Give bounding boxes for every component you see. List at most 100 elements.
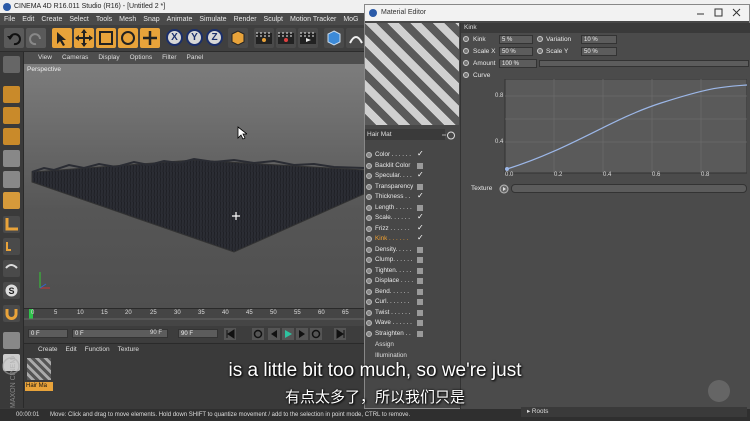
channel-row[interactable]: Clump. . . . . .: [365, 255, 457, 265]
undo-icon[interactable]: [4, 28, 24, 48]
window-controls[interactable]: [695, 8, 745, 18]
axis-x-toggle[interactable]: X: [166, 29, 183, 46]
channel-row[interactable]: Length . . . . .: [365, 203, 457, 213]
channel-checkbox[interactable]: ✓: [417, 191, 424, 201]
tweak-mode-icon[interactable]: [3, 238, 20, 255]
menu-select[interactable]: Select: [69, 16, 88, 23]
channel-checkbox[interactable]: [417, 309, 423, 316]
magnet-icon[interactable]: [3, 305, 20, 322]
menu-motion-tracker[interactable]: Motion Tracker: [290, 16, 336, 23]
texture-slot[interactable]: [511, 184, 747, 193]
channel-row[interactable]: Backlit Color: [365, 161, 457, 171]
channel-checkbox[interactable]: ✓: [417, 233, 424, 243]
menu-mesh[interactable]: Mesh: [119, 16, 136, 23]
viewport-menu-panel[interactable]: Panel: [187, 52, 204, 64]
cube-object-icon[interactable]: [324, 28, 344, 48]
channel-checkbox[interactable]: [417, 204, 423, 211]
material-preview[interactable]: [365, 23, 459, 125]
live-selection-icon[interactable]: [52, 28, 72, 48]
channel-checkbox[interactable]: ✓: [417, 170, 424, 180]
channel-row[interactable]: Scale. . . . . . ✓: [365, 212, 457, 223]
roots-section[interactable]: ▸ Roots: [521, 407, 747, 417]
menu-snap[interactable]: Snap: [143, 16, 159, 23]
illumination-tab[interactable]: Illumination: [375, 352, 407, 359]
channel-row[interactable]: Curl. . . . . . .: [365, 297, 457, 307]
scale-tool-icon[interactable]: [96, 28, 116, 48]
channel-row[interactable]: Twist . . . . . .: [365, 308, 457, 318]
channel-checkbox[interactable]: [417, 330, 423, 337]
redo-icon[interactable]: [26, 28, 46, 48]
menu-mograph[interactable]: MoG: [343, 16, 358, 23]
texture-arrow-icon[interactable]: [499, 184, 509, 194]
channel-checkbox[interactable]: [417, 183, 423, 190]
workplane-mode-icon[interactable]: [3, 128, 20, 145]
axis-mode-icon[interactable]: [3, 216, 20, 233]
channel-checkbox[interactable]: ✓: [417, 149, 424, 159]
axis-z-toggle[interactable]: Z: [206, 29, 223, 46]
viewport-menu-view[interactable]: View: [38, 52, 52, 64]
menu-sculpt[interactable]: Sculpt: [264, 16, 283, 23]
points-mode-icon[interactable]: [3, 150, 20, 167]
viewport-menu-filter[interactable]: Filter: [162, 52, 176, 64]
amount-field[interactable]: 100 %: [499, 59, 537, 68]
add-object-icon[interactable]: [140, 28, 160, 48]
mm-menu-texture[interactable]: Texture: [118, 346, 139, 353]
channel-row[interactable]: Kink . . . . . . ✓: [365, 233, 457, 244]
render-settings-icon[interactable]: [298, 28, 318, 48]
model-mode-icon[interactable]: [3, 86, 20, 103]
hair-grass-plane[interactable]: [24, 64, 364, 308]
channel-checkbox[interactable]: [417, 257, 423, 263]
channel-row[interactable]: Frizz . . . . . . ✓: [365, 223, 457, 234]
menu-create[interactable]: Create: [41, 16, 62, 23]
playback-buttons[interactable]: [224, 328, 362, 341]
amount-anim-dot[interactable]: [463, 60, 469, 66]
kink-curve-graph[interactable]: [491, 79, 747, 185]
scalex-field[interactable]: 50 %: [499, 47, 533, 56]
material-options-icon[interactable]: [441, 131, 455, 140]
kink-field[interactable]: 5 %: [499, 35, 533, 44]
menu-simulate[interactable]: Simulate: [199, 16, 226, 23]
mm-menu-create[interactable]: Create: [38, 346, 58, 353]
scaley-field[interactable]: 50 %: [581, 47, 617, 56]
mm-menu-function[interactable]: Function: [85, 346, 110, 353]
pen-spline-icon[interactable]: [346, 28, 366, 48]
make-editable-icon[interactable]: [3, 56, 20, 73]
axis-y-toggle[interactable]: Y: [186, 29, 203, 46]
channel-checkbox[interactable]: [417, 162, 423, 169]
lock-workplane-icon[interactable]: [3, 332, 20, 349]
channel-row[interactable]: Wave . . . . . .: [365, 318, 457, 328]
scalex-anim-dot[interactable]: [463, 48, 469, 54]
texture-mode-icon[interactable]: [3, 107, 20, 124]
sculpt-brush-icon[interactable]: [3, 260, 20, 277]
perspective-viewport[interactable]: Perspective: [24, 64, 364, 308]
channel-row[interactable]: Bend. . . . . .: [365, 287, 457, 297]
scaley-anim-dot[interactable]: [537, 48, 543, 54]
coordinate-system-icon[interactable]: [228, 28, 248, 48]
menu-animate[interactable]: Animate: [167, 16, 193, 23]
start-frame-field[interactable]: 0 F: [28, 329, 68, 338]
viewport-menu-display[interactable]: Display: [98, 52, 119, 64]
channel-checkbox[interactable]: [417, 267, 423, 274]
channel-row[interactable]: Color . . . . . . ✓: [365, 149, 457, 160]
channel-checkbox[interactable]: [417, 246, 423, 253]
channel-checkbox[interactable]: ✓: [417, 212, 424, 222]
material-name-field[interactable]: Hair Mat: [365, 129, 445, 140]
edges-mode-icon[interactable]: [3, 171, 20, 188]
menu-tools[interactable]: Tools: [96, 16, 112, 23]
kink-anim-dot[interactable]: [463, 36, 469, 42]
end-frame-field[interactable]: 90 F: [178, 329, 218, 338]
variation-field[interactable]: 10 %: [581, 35, 617, 44]
menu-edit[interactable]: Edit: [22, 16, 34, 23]
variation-anim-dot[interactable]: [537, 36, 543, 42]
channel-checkbox[interactable]: [417, 320, 423, 326]
channel-checkbox[interactable]: [417, 299, 423, 305]
rotate-tool-icon[interactable]: [118, 28, 138, 48]
snap-icon[interactable]: S: [3, 282, 20, 299]
channel-row[interactable]: Thickness . . ✓: [365, 191, 457, 202]
channel-checkbox[interactable]: [417, 278, 423, 284]
render-view-icon[interactable]: [254, 28, 274, 48]
channel-row[interactable]: Displace . . . .: [365, 276, 457, 286]
viewport-menu-options[interactable]: Options: [130, 52, 152, 64]
channel-row[interactable]: Specular. . . . ✓: [365, 170, 457, 181]
polygons-mode-icon[interactable]: [3, 192, 20, 209]
